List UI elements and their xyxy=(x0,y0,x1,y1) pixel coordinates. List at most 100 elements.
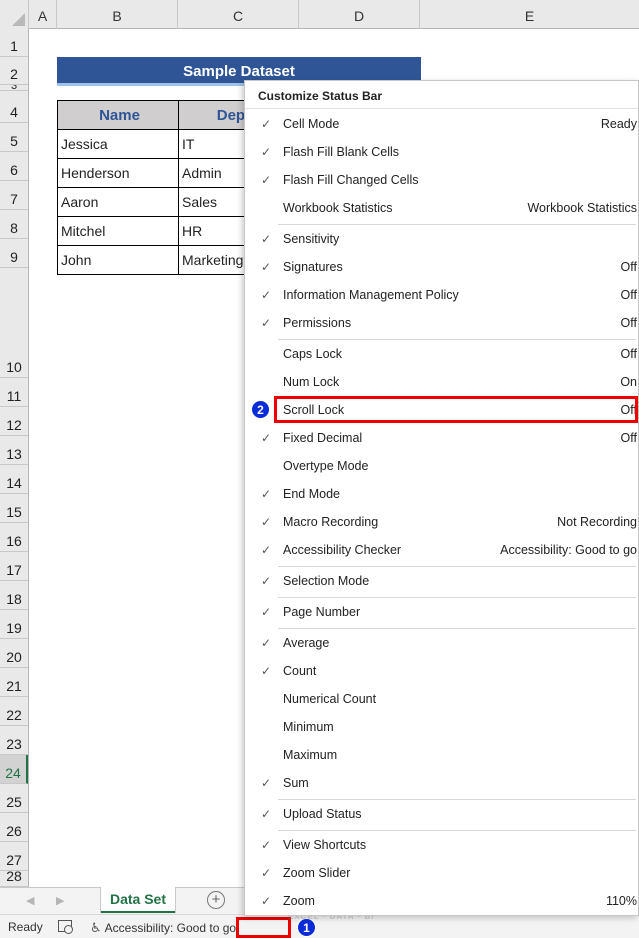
next-sheet-arrow-icon[interactable]: ▶ xyxy=(56,894,64,907)
menu-item-value: 110% xyxy=(605,894,637,908)
menu-item-signatures[interactable]: ✓ Signatures Off xyxy=(245,254,639,282)
menu-item-label: Signatures xyxy=(283,260,343,274)
menu-item-caps-lock[interactable]: Caps Lock Off xyxy=(245,341,639,369)
row-header-15[interactable]: 15 xyxy=(0,494,28,523)
menu-item-label: Macro Recording xyxy=(283,515,379,529)
menu-item-macro-recording[interactable]: ✓ Macro Recording Not Recording xyxy=(245,509,639,537)
menu-item-num-lock[interactable]: Num Lock On xyxy=(245,369,639,397)
menu-item-upload-status[interactable]: ✓ Upload Status xyxy=(245,801,639,829)
row-header-7[interactable]: 7 xyxy=(0,181,28,210)
menu-item-zoom[interactable]: ✓ Zoom 110% xyxy=(245,888,639,916)
menu-item-flash-fill-blank-cells[interactable]: ✓ Flash Fill Blank Cells xyxy=(245,139,639,167)
menu-item-sum[interactable]: ✓ Sum xyxy=(245,770,639,798)
menu-item-label: Zoom Slider xyxy=(283,866,351,880)
cell-name[interactable]: Henderson xyxy=(57,158,179,188)
menu-item-page-number[interactable]: ✓ Page Number xyxy=(245,599,639,627)
sheet-tab-data-set[interactable]: Data Set xyxy=(100,887,176,913)
cell-mode-status: Ready xyxy=(8,920,43,934)
column-header-d[interactable]: D xyxy=(299,0,420,29)
scroll-lock-highlight xyxy=(274,396,638,423)
menu-item-numerical-count[interactable]: Numerical Count xyxy=(245,686,639,714)
row-header-26[interactable]: 26 xyxy=(0,813,28,842)
menu-item-workbook-statistics[interactable]: Workbook Statistics Workbook Statistics xyxy=(245,195,639,223)
menu-item-count[interactable]: ✓ Count xyxy=(245,658,639,686)
row-header-18[interactable]: 18 xyxy=(0,581,28,610)
cell-name[interactable]: John xyxy=(57,245,179,275)
menu-item-accessibility-checker[interactable]: ✓ Accessibility Checker Accessibility: Goo… xyxy=(245,537,639,565)
cell-name[interactable]: Jessica xyxy=(57,129,179,159)
add-sheet-button[interactable]: + xyxy=(207,891,225,909)
menu-item-minimum[interactable]: Minimum xyxy=(245,714,639,742)
menu-item-flash-fill-changed-cells[interactable]: ✓ Flash Fill Changed Cells xyxy=(245,167,639,195)
row-header-19[interactable]: 19 xyxy=(0,610,28,639)
row-header-22[interactable]: 22 xyxy=(0,697,28,726)
menu-item-average[interactable]: ✓ Average xyxy=(245,630,639,658)
menu-item-cell-mode[interactable]: ✓ Cell Mode Ready xyxy=(245,111,639,139)
menu-item-zoom-slider[interactable]: ✓ Zoom Slider xyxy=(245,860,639,888)
menu-item-label: Sum xyxy=(283,776,309,790)
macro-recording-icon[interactable] xyxy=(58,920,73,934)
menu-item-label: Average xyxy=(283,636,330,650)
menu-item-selection-mode[interactable]: ✓ Selection Mode xyxy=(245,568,639,596)
row-header-17[interactable]: 17 xyxy=(0,552,28,581)
accessibility-icon: ♿ xyxy=(90,920,102,935)
menu-item-overtype-mode[interactable]: Overtype Mode xyxy=(245,453,639,481)
row-header-20[interactable]: 20 xyxy=(0,639,28,668)
row-header-14[interactable]: 14 xyxy=(0,465,28,494)
menu-item-label: Numerical Count xyxy=(283,692,377,706)
row-header-10[interactable]: 10 xyxy=(0,268,28,378)
row-header-25[interactable]: 25 xyxy=(0,784,28,813)
row-header-8[interactable]: 8 xyxy=(0,210,28,239)
checkmark-icon: ✓ xyxy=(261,515,272,529)
menu-item-label: End Mode xyxy=(283,487,340,501)
row-header-24[interactable]: 24 xyxy=(0,755,28,784)
column-header-e[interactable]: E xyxy=(420,0,639,29)
menu-item-permissions[interactable]: ✓ Permissions Off xyxy=(245,310,639,338)
menu-item-view-shortcuts[interactable]: ✓ View Shortcuts xyxy=(245,832,639,860)
menu-item-maximum[interactable]: Maximum xyxy=(245,742,639,770)
row-header-28[interactable]: 28 xyxy=(0,868,28,887)
menu-item-value: Workbook Statistics xyxy=(527,201,637,215)
menu-item-label: Flash Fill Changed Cells xyxy=(283,173,419,187)
menu-item-value: Ready xyxy=(600,117,637,131)
accessibility-status[interactable]: ♿ Accessibility: Good to go xyxy=(90,920,236,936)
row-header-9[interactable]: 9 xyxy=(0,239,28,268)
menu-item-label: Maximum xyxy=(283,748,338,762)
row-header-27[interactable]: 27 xyxy=(0,842,28,871)
menu-item-label: Upload Status xyxy=(283,807,362,821)
menu-item-end-mode[interactable]: ✓ End Mode xyxy=(245,481,639,509)
menu-item-label: Flash Fill Blank Cells xyxy=(283,145,400,159)
menu-item-value: Off xyxy=(620,260,637,274)
customize-status-bar-menu: Customize Status Bar ✓ Cell Mode Ready ✓ Fla… xyxy=(244,80,639,916)
row-header-11[interactable]: 11 xyxy=(0,378,28,407)
column-header-b[interactable]: B xyxy=(57,0,178,29)
cell-name[interactable]: Aaron xyxy=(57,187,179,217)
row-header-13[interactable]: 13 xyxy=(0,436,28,465)
select-all-button[interactable] xyxy=(0,0,29,29)
row-header-5[interactable]: 5 xyxy=(0,123,28,152)
row-header-4[interactable]: 4 xyxy=(0,91,28,123)
previous-sheet-arrow-icon[interactable]: ◀ xyxy=(26,894,34,907)
checkmark-icon: ✓ xyxy=(261,866,272,880)
menu-title-divider xyxy=(245,108,638,109)
menu-item-information-management-policy[interactable]: ✓ Information Management Policy Off xyxy=(245,282,639,310)
row-header-16[interactable]: 16 xyxy=(0,523,28,552)
row-header-1[interactable]: 1 xyxy=(0,29,28,57)
column-header-a[interactable]: A xyxy=(29,0,57,29)
menu-item-label: Page Number xyxy=(283,605,361,619)
row-header-23[interactable]: 23 xyxy=(0,726,28,755)
row-header-6[interactable]: 6 xyxy=(0,152,28,181)
column-header-c[interactable]: C xyxy=(178,0,299,29)
column-header-bar: A B C D E xyxy=(0,0,639,29)
menu-item-fixed-decimal[interactable]: ✓ Fixed Decimal Off xyxy=(245,425,639,453)
cell-name[interactable]: Mitchel xyxy=(57,216,179,246)
menu-item-label: Permissions xyxy=(283,316,352,330)
menu-item-label: Workbook Statistics xyxy=(283,201,393,215)
row-header-2[interactable]: 2 xyxy=(0,57,28,85)
row-header-21[interactable]: 21 xyxy=(0,668,28,697)
header-name[interactable]: Name xyxy=(57,100,179,130)
row-header-bar: 1 2 3 4 5 6 7 8 9 10 11 12 13 14 15 16 17 18 19 20 21 22 23 24 2… xyxy=(0,29,29,887)
menu-item-label: Fixed Decimal xyxy=(283,431,363,445)
row-header-12[interactable]: 12 xyxy=(0,407,28,436)
menu-item-sensitivity[interactable]: ✓ Sensitivity xyxy=(245,226,639,254)
